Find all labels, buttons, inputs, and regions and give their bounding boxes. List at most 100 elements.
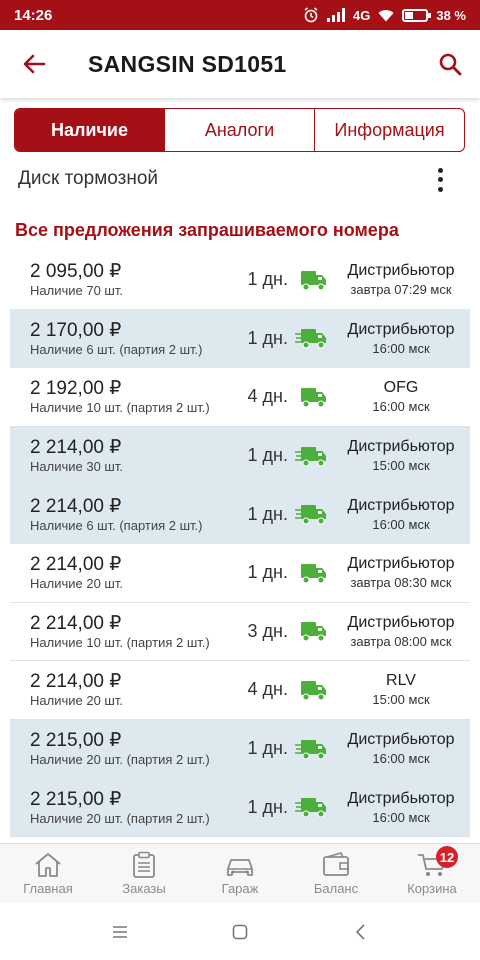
offer-time: 16:00 мск [372,399,430,415]
offer-stock: Наличие 70 шт. [30,283,123,299]
nav-garage[interactable]: Гараж [192,844,288,903]
offer-supplier-block: Дистрибьютор 16:00 мск [332,320,470,357]
offer-list: 2 095,00 ₽ Наличие 70 шт. 1 дн. Дистрибь… [10,251,470,837]
fast-delivery-truck-icon [290,792,332,822]
offer-delivery-days: 1 дн. [247,445,288,466]
fast-delivery-truck-icon [290,441,332,471]
nav-orders[interactable]: Заказы [96,844,192,903]
alarm-icon [303,7,319,23]
system-home-button[interactable] [220,912,260,952]
tab-analogs[interactable]: Аналоги [165,109,315,151]
offer-supplier: RLV [386,672,416,690]
offer-row[interactable]: 2 170,00 ₽ Наличие 6 шт. (партия 2 шт.) … [10,309,470,369]
offer-supplier: Дистрибьютор [347,438,455,456]
system-navigation [0,903,480,960]
offer-row[interactable]: 2 215,00 ₽ Наличие 20 шт. (партия 2 шт.)… [10,719,470,779]
page-title: SANGSIN SD1051 [88,50,287,77]
tab-availability[interactable]: Наличие [15,109,165,151]
offer-stock: Наличие 10 шт. (партия 2 шт.) [30,400,210,416]
more-dot-icon [437,168,443,174]
offer-supplier: Дистрибьютор [347,555,455,573]
offer-row[interactable]: 2 192,00 ₽ Наличие 10 шт. (партия 2 шт.)… [10,368,470,427]
offer-supplier-block: Дистрибьютор завтра 08:00 мск [332,613,470,650]
offer-time: завтра 07:29 мск [350,282,452,298]
offer-row[interactable]: 2 214,00 ₽ Наличие 20 шт. 1 дн. Дистрибь… [10,543,470,603]
nav-balance-label: Баланс [313,881,359,896]
status-icons: 4G 38 % [303,7,466,23]
square-icon [232,924,248,939]
offer-row[interactable]: 2 214,00 ₽ Наличие 10 шт. (партия 2 шт.)… [10,602,470,662]
offer-supplier-block: Дистрибьютор завтра 08:30 мск [332,554,470,591]
more-options-button[interactable] [428,166,452,194]
offer-supplier: Дистрибьютор [347,789,455,807]
offer-delivery-days: 1 дн. [247,796,288,817]
wallet-icon [323,852,349,876]
search-button[interactable] [420,30,480,98]
nav-home[interactable]: Главная [0,844,96,903]
offer-time: завтра 08:30 мск [350,575,452,591]
offer-row[interactable]: 2 214,00 ₽ Наличие 20 шт. 4 дн. RLV 15:0… [10,661,470,720]
offer-row[interactable]: 2 215,00 ₽ Наличие 20 шт. (партия 2 шт.)… [10,778,470,837]
delivery-truck-icon [290,675,332,705]
offer-price-block: 2 215,00 ₽ Наличие 20 шт. (партия 2 шт.) [10,729,230,768]
offer-time: 16:00 мск [372,751,430,767]
offer-row[interactable]: 2 214,00 ₽ Наличие 30 шт. 1 дн. Дистрибь… [10,426,470,486]
more-dot-icon [437,186,443,192]
offer-price-block: 2 214,00 ₽ Наличие 30 шт. [10,436,230,475]
system-menu-button[interactable] [100,912,140,952]
system-back-button[interactable] [340,912,380,952]
offer-supplier: OFG [383,379,419,397]
offer-price-block: 2 214,00 ₽ Наличие 10 шт. (партия 2 шт.) [10,612,230,651]
nav-garage-label: Гараж [221,881,259,896]
signal-icon [327,8,346,22]
offer-price: 2 215,00 ₽ [30,788,122,810]
delivery-truck-icon [290,265,332,295]
orders-icon [133,851,155,878]
offer-stock: Наличие 20 шт. [30,693,123,709]
menu-icon [113,925,127,938]
nav-cart[interactable]: 12 Корзина [384,844,480,903]
nav-cart-label: Корзина [407,881,457,896]
offer-supplier-block: Дистрибьютор 16:00 мск [332,789,470,826]
offer-time: 16:00 мск [372,340,430,356]
delivery-truck-icon [290,558,332,588]
offer-price-block: 2 095,00 ₽ Наличие 70 шт. [10,260,230,299]
more-dot-icon [437,177,443,183]
fast-delivery-truck-icon [290,323,332,353]
offer-price-block: 2 170,00 ₽ Наличие 6 шт. (партия 2 шт.) [10,319,230,358]
offer-delivery-days: 1 дн. [247,503,288,524]
battery-icon [402,8,432,22]
offer-price-block: 2 214,00 ₽ Наличие 20 шт. [10,553,230,592]
offer-stock: Наличие 20 шт. (партия 2 шт.) [30,752,210,768]
app-bar: SANGSIN SD1051 [0,30,480,98]
offer-row[interactable]: 2 214,00 ₽ Наличие 6 шт. (партия 2 шт.) … [10,485,470,544]
back-button[interactable] [0,30,68,98]
offer-stock: Наличие 10 шт. (партия 2 шт.) [30,634,210,650]
offer-price: 2 192,00 ₽ [30,378,122,400]
offer-stock: Наличие 20 шт. [30,576,123,592]
offer-row[interactable]: 2 095,00 ₽ Наличие 70 шт. 1 дн. Дистрибь… [10,251,470,310]
fast-delivery-truck-icon [290,499,332,529]
offer-delivery-days: 4 дн. [247,679,288,700]
offer-price: 2 214,00 ₽ [30,495,122,517]
offer-delivery-days: 3 дн. [247,620,288,641]
offer-supplier: Дистрибьютор [347,731,455,749]
offer-delivery-days: 4 дн. [247,386,288,407]
offer-stock: Наличие 6 шт. (партия 2 шт.) [30,517,203,533]
nav-home-label: Главная [23,881,73,896]
status-time: 14:26 [14,6,53,24]
offer-price-block: 2 215,00 ₽ Наличие 20 шт. (партия 2 шт.) [10,788,230,827]
offer-supplier: Дистрибьютор [347,320,455,338]
offer-supplier-block: RLV 15:00 мск [332,671,470,708]
battery-percent: 38 % [436,7,466,23]
bottom-navigation: Главная Заказы Гараж Баланс 12 Корзина [0,843,480,903]
nav-balance[interactable]: Баланс [288,844,384,903]
car-icon [227,859,253,876]
tab-bar: Наличие Аналоги Информация [14,108,465,152]
tab-information[interactable]: Информация [315,109,464,151]
home-icon [35,853,61,877]
part-description: Диск тормозной [18,168,158,189]
offer-supplier-block: Дистрибьютор 15:00 мск [332,437,470,474]
offer-supplier: Дистрибьютор [347,262,455,280]
nav-orders-label: Заказы [122,881,166,896]
